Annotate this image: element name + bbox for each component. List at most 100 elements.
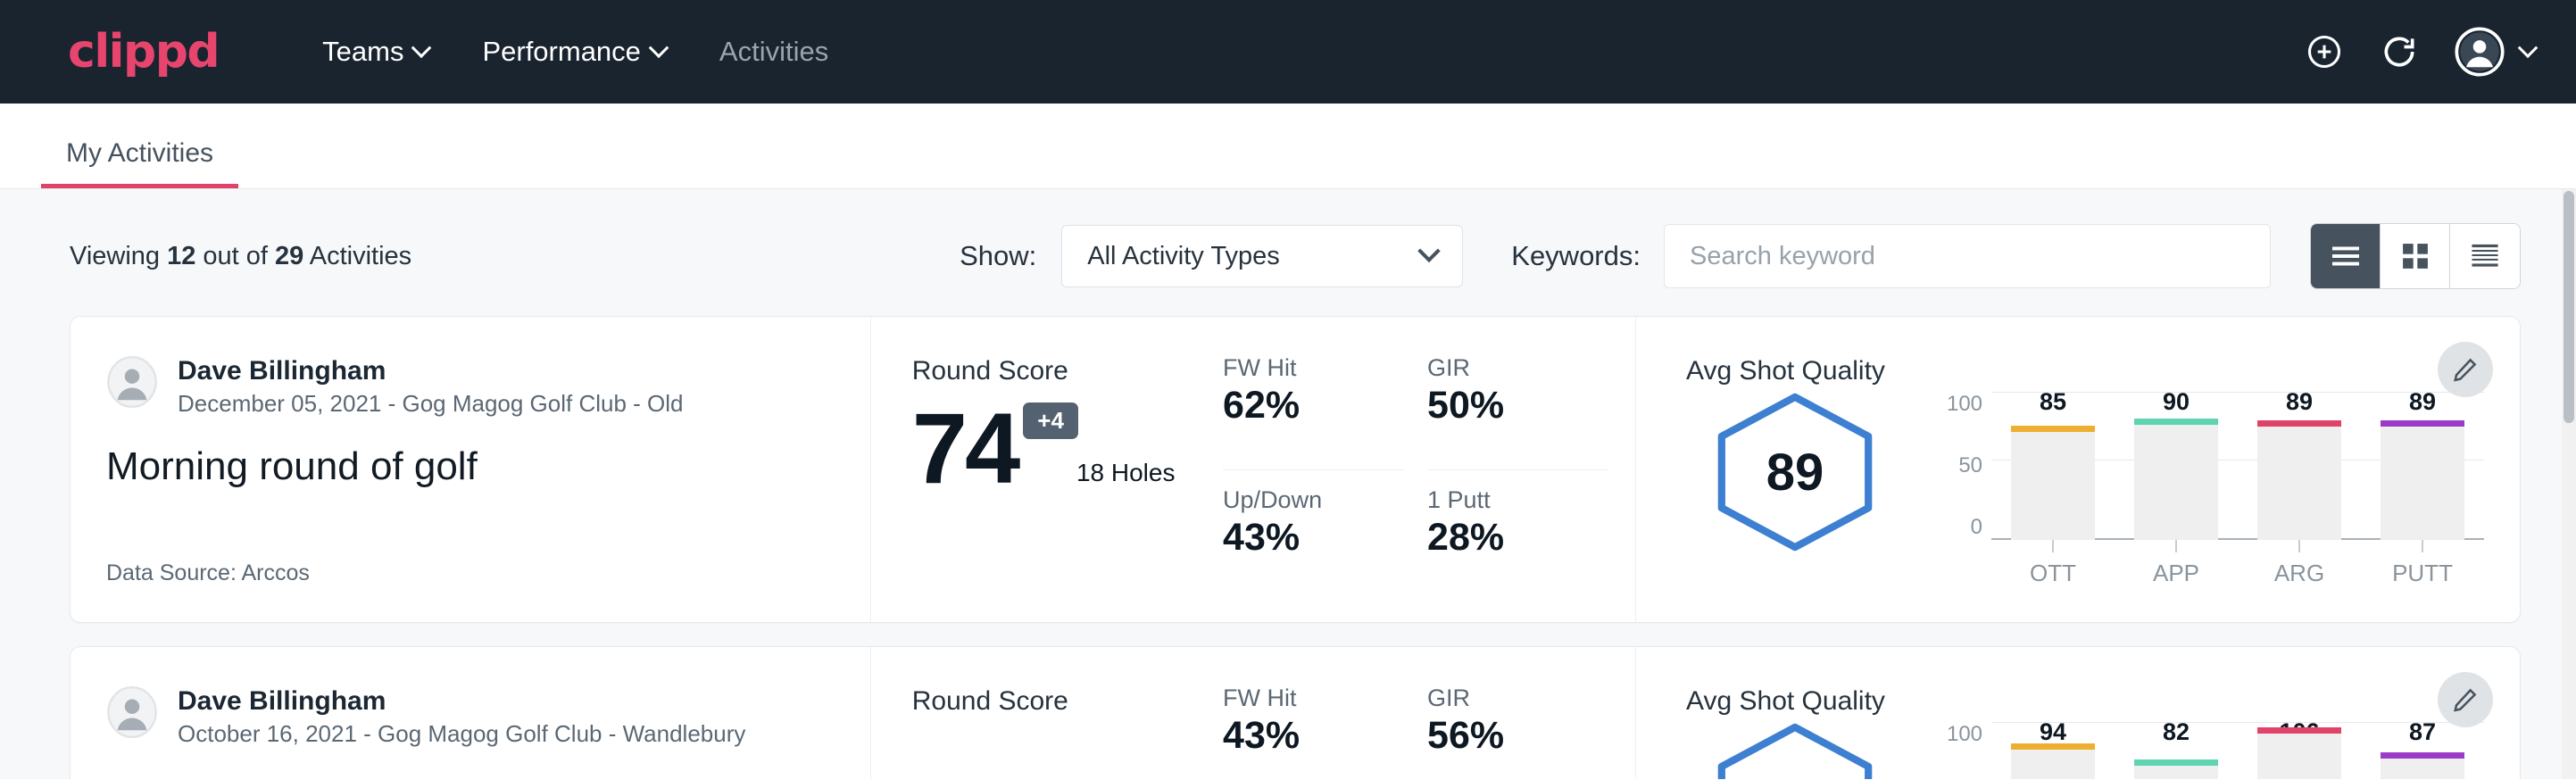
quality-score-value	[1706, 722, 1884, 779]
stat-label: GIR	[1427, 354, 1608, 382]
tab-my-activities-label: My Activities	[66, 138, 213, 168]
viewing-count-text: Viewing 12 out of 29 Activities	[70, 242, 411, 271]
viewing-total: 29	[275, 242, 303, 270]
x-tick-label: APP	[2153, 560, 2199, 587]
activity-summary: Dave Billingham December 05, 2021 - Gog …	[71, 317, 871, 622]
top-navigation-bar: clippd Teams Performance Activities	[0, 0, 2576, 104]
activity-card[interactable]: Dave Billingham December 05, 2021 - Gog …	[70, 316, 2521, 623]
activity-type-select[interactable]: All Activity Types	[1061, 225, 1463, 287]
compact-view-icon	[2469, 242, 2501, 270]
y-tick: 0	[1971, 515, 1982, 540]
chevron-down-icon	[2518, 37, 2539, 58]
bar-rect	[2134, 419, 2218, 540]
nav-item-activities-label: Activities	[719, 36, 828, 68]
app-logo[interactable]: clippd	[68, 29, 219, 75]
chart-bars: 94 82	[1991, 722, 2484, 779]
bar-putt: 87	[2361, 722, 2484, 779]
activity-author: Dave Billingham December 05, 2021 - Gog …	[106, 356, 835, 418]
nav-item-teams-label: Teams	[322, 36, 403, 68]
nav-item-activities[interactable]: Activities	[693, 27, 855, 77]
bar-arg: 106	[2238, 722, 2361, 779]
bar-rect	[2257, 727, 2341, 779]
stat-value: 28%	[1427, 516, 1608, 560]
bar-app: 90	[2115, 392, 2238, 540]
bar-value-label: 82	[2163, 718, 2190, 746]
edit-activity-button[interactable]	[2438, 672, 2493, 727]
stat-value: 62%	[1223, 384, 1404, 427]
quality-score-value: 89	[1706, 392, 1884, 552]
pencil-icon	[2452, 356, 2479, 383]
activity-title: Morning round of golf	[106, 444, 835, 489]
list-view-button[interactable]	[2311, 224, 2381, 288]
activity-author: Dave Billingham October 16, 2021 - Gog M…	[106, 686, 835, 748]
stat-fw-hit: FW Hit 43%	[1223, 685, 1404, 779]
chart-x-axis: OTT APP ARG PUTT	[1991, 540, 2484, 587]
round-score-label: Round Score	[912, 356, 1223, 386]
page-scrollbar[interactable]	[2562, 189, 2576, 779]
stat-value: 43%	[1223, 516, 1404, 560]
stat-value: 56%	[1427, 714, 1608, 758]
tab-my-activities[interactable]: My Activities	[41, 138, 238, 188]
bar-app: 82	[2115, 722, 2238, 779]
avatar-icon	[106, 356, 158, 408]
nav-item-performance[interactable]: Performance	[455, 27, 692, 77]
activity-date-venue: October 16, 2021 - Gog Magog Golf Club -…	[178, 720, 745, 748]
x-tick-label: PUTT	[2392, 560, 2453, 587]
edit-activity-button[interactable]	[2438, 342, 2493, 397]
bar-value-label: 89	[2409, 388, 2436, 416]
viewing-prefix: Viewing	[70, 242, 167, 270]
bar-value-label: 90	[2163, 388, 2190, 416]
y-tick: 50	[1958, 453, 1982, 478]
stat-one-putt: 1 Putt 28%	[1427, 470, 1608, 587]
stat-up-down: Up/Down 43%	[1223, 470, 1404, 587]
avatar-icon	[106, 686, 158, 738]
x-tick-label: OTT	[2030, 560, 2076, 587]
nav-item-teams[interactable]: Teams	[295, 27, 455, 77]
avg-shot-quality-section: Avg Shot Quality 100 50 0	[1636, 647, 2520, 779]
round-score-section: Round Score	[871, 647, 1223, 779]
y-tick: 100	[1947, 392, 1982, 417]
bar-value-label: 87	[2409, 718, 2436, 746]
refresh-icon[interactable]	[2380, 32, 2419, 71]
bar-arg: 89	[2238, 392, 2361, 540]
bar-rect	[2257, 420, 2341, 540]
main-nav: Teams Performance Activities	[295, 27, 855, 77]
stat-label: Up/Down	[1223, 486, 1404, 514]
score-delta-badge: +4	[1023, 402, 1078, 439]
avg-shot-quality-section: Avg Shot Quality 89 100 50 0	[1636, 317, 2520, 622]
quality-hexagon: 89	[1706, 392, 1884, 552]
stat-gir: GIR 50%	[1427, 354, 1608, 470]
user-menu[interactable]	[2455, 27, 2535, 77]
list-view-icon	[2330, 243, 2362, 270]
grid-view-icon	[2400, 241, 2431, 271]
activity-card[interactable]: Dave Billingham October 16, 2021 - Gog M…	[70, 646, 2521, 779]
quality-hexagon	[1706, 722, 1884, 779]
stat-label: FW Hit	[1223, 685, 1404, 712]
stat-value: 43%	[1223, 714, 1404, 758]
avatar-icon	[2455, 27, 2505, 77]
chart-plot-area: 85 90	[1991, 392, 2484, 587]
stat-value: 50%	[1427, 384, 1608, 427]
search-input[interactable]	[1664, 224, 2271, 288]
round-score-section: Round Score 74 +4 18 Holes	[871, 317, 1223, 622]
show-label: Show:	[960, 240, 1036, 272]
plus-circle-icon[interactable]	[2305, 32, 2344, 71]
bar-rect	[2381, 752, 2464, 779]
chart-bars: 85 90	[1991, 392, 2484, 540]
bar-ott: 85	[1991, 392, 2115, 540]
chart-plot-area: 94 82	[1991, 722, 2484, 779]
bar-rect	[2011, 426, 2095, 540]
compact-view-button[interactable]	[2450, 224, 2520, 288]
nav-item-performance-label: Performance	[482, 36, 640, 68]
viewing-count: 12	[167, 242, 195, 270]
chevron-down-icon	[411, 37, 432, 58]
round-score-value: 74	[912, 402, 1018, 494]
grid-view-button[interactable]	[2381, 224, 2450, 288]
activity-date-venue: December 05, 2021 - Gog Magog Golf Club …	[178, 390, 684, 418]
y-tick: 100	[1947, 722, 1982, 747]
bar-value-label: 94	[2040, 718, 2066, 746]
scrollbar-thumb[interactable]	[2564, 191, 2574, 423]
chevron-down-icon	[649, 37, 669, 58]
shot-quality-bar-chart: 100 50 0 94	[1936, 722, 2484, 779]
stat-label: 1 Putt	[1427, 486, 1608, 514]
